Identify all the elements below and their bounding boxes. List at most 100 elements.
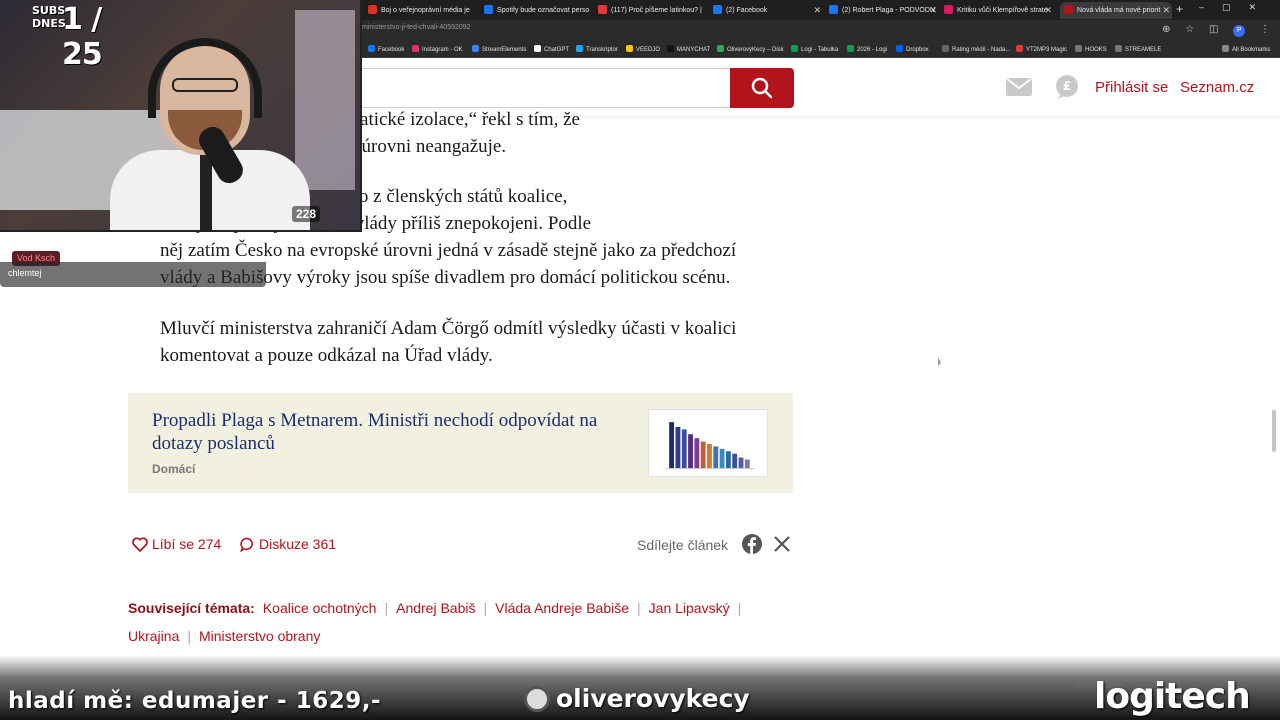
topic-link[interactable]: Ministerstvo obrany — [199, 628, 320, 644]
x-twitter-icon[interactable] — [773, 535, 791, 553]
discussion-button[interactable]: Diskuze 361 — [240, 536, 336, 553]
all-bookmarks[interactable]: All Bookmarks — [1222, 45, 1270, 53]
like-button[interactable]: Líbí se 274 — [132, 536, 221, 552]
folder-icon — [1222, 45, 1229, 52]
bookmark-item[interactable]: Transkriptor — [576, 45, 618, 53]
page-scrollbar[interactable] — [1272, 410, 1276, 452]
related-article-thumbnail[interactable] — [648, 409, 768, 477]
tab-favicon — [1064, 5, 1073, 14]
channel-logo-icon — [524, 686, 550, 712]
bookmark-favicon — [472, 45, 479, 52]
search-icon — [751, 77, 773, 99]
tab-close-icon[interactable]: ✕ — [1044, 2, 1052, 19]
webcam-overlay: SUBS DNES 1 / 25 228 — [0, 0, 362, 232]
bookmark-item[interactable]: ChatGPT — [534, 45, 569, 53]
related-article-card[interactable]: Propadli Plaga s Metnarem. Ministři nech… — [128, 393, 793, 493]
tab-close-icon[interactable]: ✕ — [929, 2, 937, 19]
tab-favicon — [484, 5, 493, 14]
thumbnail-bar — [725, 451, 731, 469]
bookmark-favicon — [896, 45, 903, 52]
share-label: Sdílejte článek — [637, 537, 729, 553]
browser-tab[interactable]: (117) Proč píšeme latinkou? | — [598, 2, 708, 19]
bookmark-item[interactable]: Logi - Tabulka — [791, 45, 838, 53]
browser-tab[interactable]: (2) Robert Plaga - PODVODN ✕ — [829, 2, 939, 19]
bookmark-favicon — [1016, 45, 1023, 52]
webcam-background-poster — [295, 10, 355, 190]
sponsor-logo: logitech — [1094, 676, 1251, 717]
related-article-category: Domácí — [152, 462, 196, 476]
topic-link[interactable]: Ukrajina — [128, 628, 179, 644]
window-controls[interactable]: –▢✕ — [1199, 2, 1274, 13]
subs-label: SUBS DNES — [32, 4, 66, 30]
bookmark-favicon — [667, 45, 674, 52]
article-text-line: Mluvčí ministerstva zahraničí Adam Čörgő… — [160, 318, 737, 339]
browser-tab-active[interactable]: Nová vláda má nové priorit ✕ — [1060, 2, 1172, 19]
menu-kebab-icon[interactable]: ⋮ — [1260, 24, 1270, 35]
login-link[interactable]: Přihlásit se — [1095, 79, 1168, 96]
bookmark-item[interactable]: Rating médií - Nada... — [942, 45, 1010, 53]
bookmark-item[interactable]: 2026 - Logi — [847, 45, 887, 53]
bookmark-favicon — [791, 45, 798, 52]
browser-tab[interactable]: Kritiku vůči Klempířově strate ✕ — [944, 2, 1054, 19]
bookmark-item[interactable]: VEEDJO — [626, 45, 660, 53]
search-button[interactable] — [730, 68, 794, 108]
article-text-line: něj zatím Česko na evropské úrovni jedná… — [160, 240, 737, 261]
wallet-coin-icon[interactable]: £ — [1054, 75, 1080, 99]
bookmark-item[interactable]: YT2MP3 Magic — [1016, 45, 1067, 53]
address-bar-actions: ⊕ ☆ ◫ P ⋮ — [1150, 24, 1270, 37]
thumbnail-bar — [675, 426, 681, 469]
seznam-link[interactable]: Seznam.cz — [1180, 79, 1254, 96]
bookmark-item[interactable]: Dropbox — [896, 45, 929, 53]
profile-avatar[interactable]: P — [1233, 25, 1246, 37]
bookmark-favicon — [1075, 45, 1082, 52]
url-field[interactable]: ministerstvo-ji-ted-chvali-40592092 — [362, 24, 471, 31]
mouse-cursor-icon — [938, 357, 941, 366]
facebook-icon[interactable] — [742, 534, 762, 554]
topic-separator: | — [483, 600, 488, 616]
bookmark-item[interactable]: MANYCHAT — [667, 45, 710, 53]
extensions-icon[interactable]: ◫ — [1209, 24, 1218, 35]
bookmark-favicon — [626, 45, 633, 52]
tab-favicon — [713, 5, 722, 14]
topic-separator: | — [187, 628, 191, 644]
bookmark-favicon — [1115, 45, 1122, 52]
subs-count: 1 / 25 — [62, 2, 103, 72]
article-text-line: komentovat a pouze odkázal na Úřad vlády… — [160, 345, 493, 366]
bookmark-item[interactable]: HOOKS — [1075, 45, 1107, 53]
bookmark-item[interactable]: STREAMELE — [1115, 45, 1161, 53]
topic-link[interactable]: Koalice ochotných — [263, 600, 377, 616]
thumbnail-bar — [744, 459, 750, 469]
thumbnail-bar — [700, 441, 706, 469]
topic-separator: | — [637, 600, 641, 616]
tab-close-icon[interactable]: ✕ — [1162, 2, 1170, 19]
webcam-badge: 228 — [292, 206, 321, 222]
tab-close-icon[interactable]: ✕ — [813, 2, 821, 19]
bookmark-favicon — [412, 45, 419, 52]
topic-link[interactable]: Vláda Andreje Babiše — [495, 600, 629, 616]
browser-tab[interactable]: Boj o veřejnoprávní média je — [368, 2, 480, 19]
bookmark-item[interactable]: OliverovyKecy – Disk — [717, 45, 784, 53]
bookmark-item[interactable]: StreamElements — [472, 45, 526, 53]
bookmark-favicon — [368, 45, 375, 52]
tab-favicon — [944, 5, 953, 14]
topic-link[interactable]: Jan Lipavský — [649, 600, 730, 616]
bookmark-star-icon[interactable]: ☆ — [1185, 24, 1194, 35]
bookmark-favicon — [576, 45, 583, 52]
bookmark-item[interactable]: Instagram - OK — [412, 45, 463, 53]
zoom-icon[interactable]: ⊕ — [1162, 24, 1170, 35]
thumbnail-bar — [738, 457, 744, 469]
new-tab-icon[interactable]: + — [1176, 2, 1183, 16]
bookmark-item[interactable]: Facebook — [368, 45, 404, 53]
browser-tab[interactable]: Spotify bude označovat perso — [484, 2, 594, 19]
topic-link[interactable]: Andrej Babiš — [396, 600, 475, 616]
comment-icon — [240, 537, 253, 553]
thumbnail-bar — [713, 446, 719, 469]
tab-favicon — [598, 5, 607, 14]
browser-tab[interactable]: (2) Facebook ✕ — [713, 2, 823, 19]
related-article-title[interactable]: Propadli Plaga s Metnarem. Ministři nech… — [152, 409, 632, 455]
thumbnail-bar — [694, 438, 700, 469]
thumbnail-bar — [707, 443, 712, 469]
bookmark-favicon — [942, 45, 949, 52]
mail-icon[interactable] — [1006, 78, 1032, 96]
thumbnail-bar — [669, 422, 675, 469]
